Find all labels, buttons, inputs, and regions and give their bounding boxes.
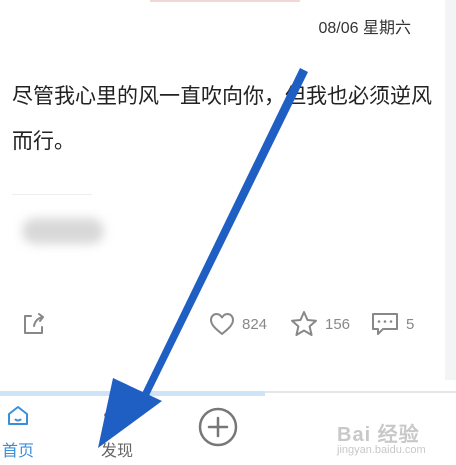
post-card: 08/06 星期六 尽管我心里的风一直吹向你，但我也必须逆风而行。 824 15… (0, 0, 445, 372)
watermark-subtext: jingyan.baidu.com (337, 444, 426, 456)
tab-home-label: 首页 (1, 443, 34, 460)
post-actions: 824 156 5 (0, 306, 445, 342)
tabbar-divider (265, 391, 456, 393)
right-scroll-edge (445, 0, 456, 380)
home-icon (6, 404, 30, 431)
plus-circle-icon (197, 406, 239, 453)
comment-count: 5 (406, 315, 415, 333)
comment-icon (370, 310, 400, 338)
favorite-button[interactable]: 156 (289, 306, 350, 342)
baidu-watermark: Bai 经验 jingyan.baidu.com (337, 418, 426, 456)
tab-home[interactable]: 首页 (0, 404, 48, 461)
share-icon (20, 310, 48, 338)
add-post-button[interactable] (188, 406, 248, 453)
blurred-author (22, 218, 104, 244)
content-divider (12, 194, 92, 195)
star-count: 156 (325, 315, 351, 333)
post-content[interactable]: 尽管我心里的风一直吹向你，但我也必须逆风而行。 (12, 74, 432, 164)
star-icon (289, 309, 319, 339)
watermark-text: Bai 经验 (337, 424, 420, 446)
comment-button[interactable]: 5 (370, 306, 414, 342)
heart-icon (208, 310, 236, 338)
post-date: 08/06 星期六 (318, 20, 412, 37)
like-button[interactable]: 824 (208, 306, 267, 342)
top-divider (150, 0, 300, 2)
like-count: 824 (242, 315, 268, 333)
tab-discover[interactable]: 发现 (87, 404, 147, 461)
eye-icon (103, 404, 131, 431)
tab-discover-label: 发现 (100, 443, 133, 460)
share-button[interactable] (20, 306, 48, 342)
